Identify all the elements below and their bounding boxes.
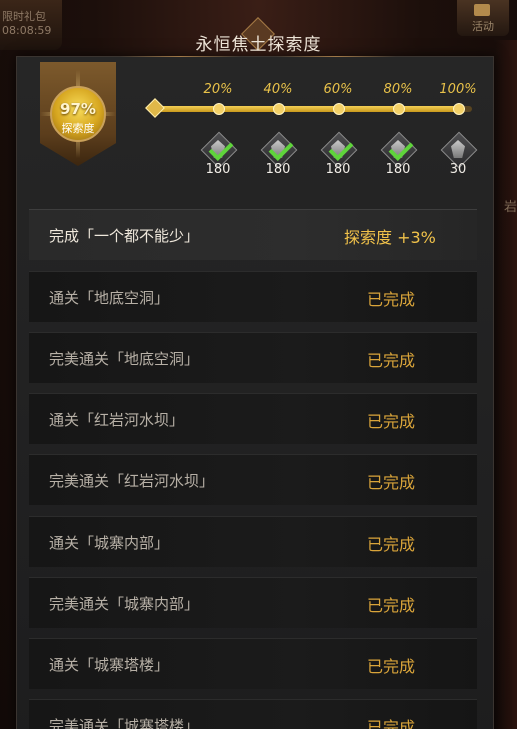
task-name: 完成「一个都不能少」	[49, 227, 200, 245]
milestone-reward[interactable]: 180	[200, 131, 238, 177]
task-reward: 探索度 +3%	[344, 228, 436, 247]
task-row[interactable]: 完美通关「地底空洞」 已完成	[29, 332, 477, 383]
task-status: 已完成	[367, 351, 416, 370]
task-status: 已完成	[367, 535, 416, 554]
task-name: 完美通关「城寨塔楼」	[49, 717, 200, 729]
progress-fill	[152, 106, 463, 112]
task-name: 完美通关「地底空洞」	[49, 350, 200, 368]
reward-count: 180	[205, 162, 231, 177]
task-name: 完美通关「红岩河水坝」	[49, 472, 215, 490]
task-name: 完美通关「城寨内部」	[49, 595, 200, 613]
task-name: 通关「城寨内部」	[49, 534, 170, 552]
title-divider-left	[120, 56, 240, 57]
task-row[interactable]: 完美通关「红岩河水坝」 已完成	[29, 454, 477, 505]
reward-count: 180	[265, 162, 291, 177]
milestone-reward[interactable]: 180	[380, 131, 418, 177]
panel-title: 永恒焦土探索度	[195, 35, 322, 55]
task-row[interactable]: 通关「城寨内部」 已完成	[29, 516, 477, 567]
milestone-label: 40%	[263, 82, 293, 97]
reward-count: 180	[385, 162, 411, 177]
task-status: 已完成	[367, 473, 416, 492]
title-divider-right	[276, 56, 396, 57]
task-row[interactable]: 完成「一个都不能少」 探索度 +3%	[29, 209, 477, 260]
exploration-label: 探索度	[61, 122, 95, 135]
task-status: 已完成	[367, 412, 416, 431]
progress-track	[152, 106, 472, 112]
reward-count: 180	[325, 162, 351, 177]
task-row[interactable]: 通关「红岩河水坝」 已完成	[29, 393, 477, 444]
task-status: 已完成	[367, 596, 416, 615]
milestone-dot	[213, 103, 225, 115]
event-icon	[474, 4, 490, 16]
milestone-reward[interactable]: 180	[320, 131, 358, 177]
game-screen: 限时礼包 08:08:59 活动 岩 永恒焦土探索度 97% 探索度 20% 18…	[0, 0, 517, 729]
milestone-dot	[393, 103, 405, 115]
task-name: 通关「地底空洞」	[49, 289, 170, 307]
exploration-percent: 97%	[60, 100, 96, 118]
exploration-emblem: 97% 探索度	[40, 62, 116, 166]
milestone-label: 20%	[203, 82, 233, 97]
task-name: 通关「城寨塔楼」	[49, 656, 170, 674]
milestone-label: 60%	[323, 82, 353, 97]
milestone-dot	[453, 103, 465, 115]
background-strip	[495, 40, 517, 729]
task-row[interactable]: 完美通关「城寨内部」 已完成	[29, 577, 477, 628]
side-label: 岩	[503, 200, 517, 215]
milestone-label: 80%	[383, 82, 413, 97]
milestone-dot	[333, 103, 345, 115]
gift-label: 限时礼包	[2, 10, 46, 23]
task-row[interactable]: 完美通关「城寨塔楼」 已完成	[29, 699, 477, 729]
milestone-dot	[273, 103, 285, 115]
task-name: 通关「红岩河水坝」	[49, 411, 185, 429]
task-row[interactable]: 通关「地底空洞」 已完成	[29, 271, 477, 322]
task-row[interactable]: 通关「城寨塔楼」 已完成	[29, 638, 477, 689]
task-status: 已完成	[367, 657, 416, 676]
task-status: 已完成	[367, 290, 416, 309]
task-status: 已完成	[367, 718, 416, 729]
milestone-reward[interactable]: 30	[440, 131, 478, 177]
reward-count: 30	[449, 162, 467, 177]
milestone-label: 100%	[439, 82, 477, 97]
milestone-reward[interactable]: 180	[260, 131, 298, 177]
